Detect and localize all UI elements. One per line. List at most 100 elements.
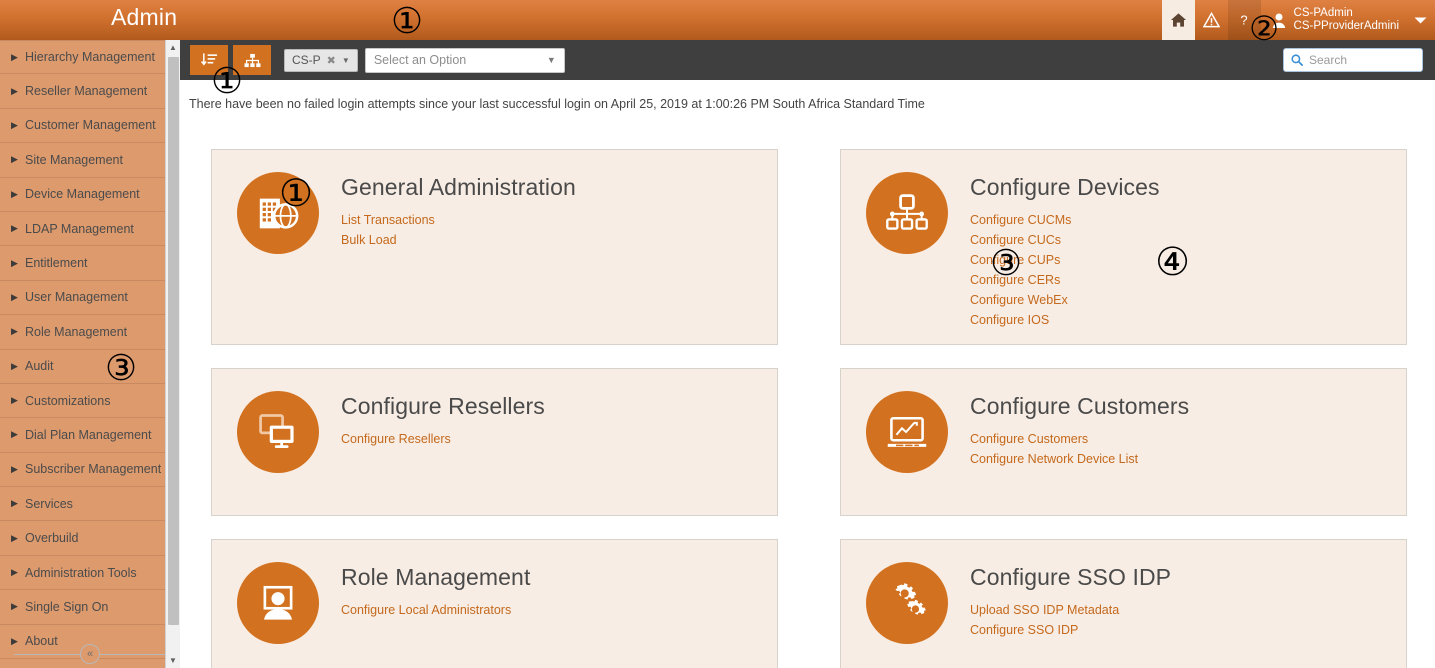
sidebar-item-ldap-management[interactable]: ▶ LDAP Management — [0, 212, 180, 247]
annotation-marker: ① — [279, 171, 313, 215]
login-attempt-message: There have been no failed login attempts… — [189, 97, 925, 111]
card-configure-sso-idp[interactable]: Configure SSO IDP Upload SSO IDP Metadat… — [840, 539, 1407, 668]
caret-right-icon: ▶ — [11, 429, 18, 440]
collapse-sidebar-button[interactable]: « — [80, 644, 100, 664]
card-body: General Administration List Transactions… — [341, 172, 576, 344]
sidebar-item-label: Subscriber Management — [25, 462, 162, 477]
sidebar-item-label: Dial Plan Management — [25, 427, 152, 442]
close-icon[interactable]: ✖ — [327, 54, 336, 67]
page-title: Admin — [111, 4, 178, 30]
sidebar-item-device-management[interactable]: ▶ Device Management — [0, 178, 180, 212]
card-configure-resellers[interactable]: Configure Resellers Configure Resellers — [211, 368, 778, 516]
card-title: Role Management — [341, 564, 531, 590]
sidebar-item-audit[interactable]: ▶ Audit — [0, 350, 180, 384]
sidebar-item-overbuild[interactable]: ▶ Overbuild — [0, 521, 180, 556]
caret-right-icon: ▶ — [11, 326, 18, 337]
main-content: There have been no failed login attempts… — [180, 80, 1435, 668]
admin-page: Admin ? CS-PAdmin CS-PProviderAdmini ▶ H… — [0, 0, 1435, 668]
sidebar-item-role-management[interactable]: ▶ Role Management — [0, 315, 180, 350]
hierarchy-toolbar: CS-P ✖ ▼ Select an Option ▼ Search — [180, 40, 1435, 80]
scroll-down-icon[interactable]: ▼ — [166, 653, 180, 668]
sidebar-item-label: Administration Tools — [25, 565, 137, 580]
sidebar-item-label: Role Management — [25, 324, 128, 339]
card-link[interactable]: Upload SSO IDP Metadata — [970, 600, 1171, 620]
home-icon[interactable] — [1161, 0, 1195, 40]
sidebar-item-dial-plan-management[interactable]: ▶ Dial Plan Management — [0, 418, 180, 453]
sidebar-item-label: Services — [25, 496, 73, 511]
svg-text:?: ? — [1240, 13, 1247, 28]
annotation-marker: ③ — [990, 242, 1022, 284]
card-link[interactable]: Configure Customers — [970, 429, 1189, 449]
dashboard-cards: General Administration List Transactions… — [211, 149, 1411, 668]
card-configure-customers[interactable]: Configure Customers Configure Customers … — [840, 368, 1407, 516]
card-link[interactable]: Configure Network Device List — [970, 449, 1189, 469]
caret-right-icon: ▶ — [11, 257, 18, 268]
gears-icon — [866, 562, 948, 644]
sidebar-item-customer-management[interactable]: ▶ Customer Management — [0, 109, 180, 144]
sidebar-item-entitlement[interactable]: ▶ Entitlement — [0, 246, 180, 281]
sidebar-item-administration-tools[interactable]: ▶ Administration Tools — [0, 556, 180, 591]
hierarchy-chip[interactable]: CS-P ✖ ▼ — [284, 48, 358, 72]
card-title: Configure Devices — [970, 174, 1160, 200]
sidebar-scrollbar[interactable]: ▲ ▼ — [165, 40, 180, 668]
card-link[interactable]: Configure Resellers — [341, 429, 545, 449]
caret-right-icon: ▶ — [11, 567, 18, 578]
chevron-down-icon[interactable] — [1405, 0, 1435, 40]
caret-right-icon: ▶ — [11, 532, 18, 543]
sidebar-collapse-area: « — [0, 644, 180, 664]
app-header: Admin ? CS-PAdmin CS-PProviderAdmini — [0, 0, 1435, 40]
sidebar-item-customizations[interactable]: ▶ Customizations — [0, 384, 180, 419]
caret-right-icon: ▶ — [11, 51, 18, 62]
warning-icon[interactable] — [1195, 0, 1228, 40]
screens-icon — [237, 391, 319, 473]
card-body: Configure Customers Configure Customers … — [970, 391, 1189, 515]
sidebar-item-label: Single Sign On — [25, 599, 109, 614]
annotation-marker: ① — [211, 60, 243, 102]
annotation-marker: ③ — [105, 347, 137, 389]
laptop-chart-icon — [866, 391, 948, 473]
sidebar-item-label: Overbuild — [25, 531, 79, 546]
user-name: CS-PAdmin — [1293, 7, 1353, 19]
scrollbar-thumb[interactable] — [168, 57, 179, 625]
sidebar-item-label: Site Management — [25, 152, 123, 167]
card-link[interactable]: Configure WebEx — [970, 290, 1160, 310]
hierarchy-select-value: Select an Option — [373, 53, 467, 67]
sidebar-item-services[interactable]: ▶ Services — [0, 487, 180, 522]
sidebar-item-user-management[interactable]: ▶ User Management — [0, 281, 180, 316]
card-link[interactable]: Configure IOS — [970, 310, 1160, 330]
chevron-down-icon: ▼ — [546, 55, 556, 65]
user-portrait-icon — [237, 562, 319, 644]
annotation-marker: ① — [391, 0, 423, 42]
sidebar-item-label: Customizations — [25, 393, 111, 408]
card-title: General Administration — [341, 174, 576, 200]
card-link[interactable]: Bulk Load — [341, 230, 576, 250]
search-placeholder: Search — [1309, 53, 1348, 67]
chevron-down-icon[interactable]: ▼ — [342, 56, 350, 65]
sidebar-item-subscriber-management[interactable]: ▶ Subscriber Management — [0, 453, 180, 488]
card-link[interactable]: Configure Local Administrators — [341, 600, 530, 620]
sidebar-item-label: Reseller Management — [25, 84, 148, 99]
card-link[interactable]: List Transactions — [341, 210, 576, 230]
card-role-management[interactable]: Role Management Configure Local Administ… — [211, 539, 778, 668]
caret-right-icon: ▶ — [11, 601, 18, 612]
sidebar-item-reseller-management[interactable]: ▶ Reseller Management — [0, 74, 180, 109]
annotation-marker: ② — [1248, 8, 1280, 48]
user-menu[interactable]: CS-PAdmin CS-PProviderAdmini — [1261, 0, 1405, 40]
scroll-up-icon[interactable]: ▲ — [166, 40, 180, 55]
search-input[interactable]: Search — [1283, 48, 1423, 72]
card-link[interactable]: Configure CUCMs — [970, 210, 1160, 230]
hierarchy-select[interactable]: Select an Option ▼ — [364, 47, 565, 73]
sidebar-item-single-sign-on[interactable]: ▶ Single Sign On — [0, 590, 180, 625]
card-link[interactable]: Configure SSO IDP — [970, 620, 1171, 640]
caret-right-icon: ▶ — [11, 223, 18, 234]
caret-right-icon: ▶ — [11, 395, 18, 406]
card-body: Configure Resellers Configure Resellers — [341, 391, 545, 515]
annotation-marker: ④ — [1155, 240, 1190, 285]
caret-right-icon: ▶ — [11, 360, 18, 371]
sidebar-item-site-management[interactable]: ▶ Site Management — [0, 143, 180, 178]
caret-right-icon: ▶ — [11, 498, 18, 509]
card-configure-devices[interactable]: Configure Devices Configure CUCMs Config… — [840, 149, 1407, 345]
caret-right-icon: ▶ — [11, 188, 18, 199]
sidebar-item-hierarchy-management[interactable]: ▶ Hierarchy Management — [0, 40, 180, 75]
caret-right-icon: ▶ — [11, 85, 18, 96]
